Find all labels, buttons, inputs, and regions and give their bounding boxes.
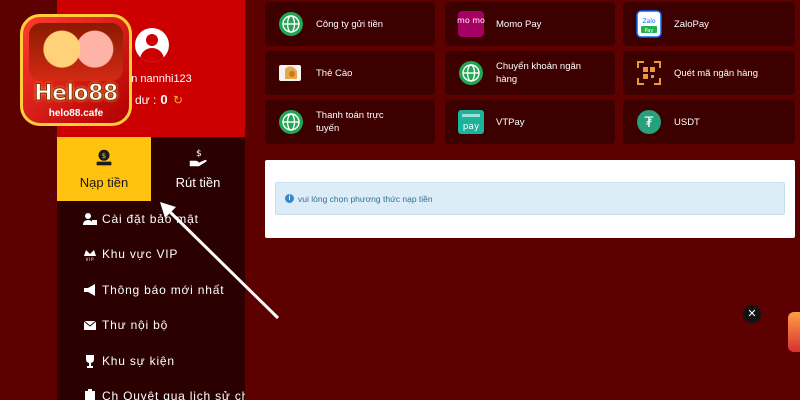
menu-item-label: Thông báo mới nhất (102, 282, 225, 297)
payment-method-bank-qr[interactable]: Quét mã ngân hàng (623, 51, 795, 95)
menu-item-label: Khu vực VIP (102, 247, 179, 262)
menu-item-notifications[interactable]: Thông báo mới nhất (57, 272, 245, 308)
globe-icon (277, 108, 305, 136)
avatar-icon[interactable] (135, 28, 169, 62)
payment-method-scratch-card[interactable]: Thẻ Cào (265, 51, 435, 95)
menu-item-inbox[interactable]: Thư nội bộ (57, 308, 245, 344)
payment-method-company[interactable]: Công ty gửi tiền (265, 2, 435, 46)
logo-brand: Helo88 (34, 81, 119, 107)
deposit-withdraw-tabs: $ Nạp tiền $ Rút tiền (57, 137, 245, 201)
payment-label: Thanh toán trực tuyến (316, 110, 384, 134)
tab-deposit[interactable]: $ Nạp tiền (57, 137, 151, 201)
info-icon: i (285, 194, 294, 203)
clipboard-icon (85, 389, 95, 400)
svg-text:$: $ (196, 148, 202, 159)
payment-label: Chuyển khoản ngân hàng (496, 61, 582, 85)
trophy-icon (86, 354, 94, 368)
close-icon[interactable]: ✕ (743, 305, 761, 323)
refresh-icon[interactable]: ↻ (173, 93, 183, 107)
payment-method-bank-transfer[interactable]: Chuyển khoản ngân hàng (445, 51, 615, 95)
payment-method-momo[interactable]: mo mo Momo Pay (445, 2, 615, 46)
globe-icon (277, 10, 305, 38)
megaphone-icon (84, 283, 95, 296)
svg-text:$: $ (102, 151, 107, 160)
info-alert-text: vui lòng chọn phương thức nạp tiền (298, 193, 433, 204)
payment-label: Momo Pay (496, 18, 542, 30)
menu-item-vip[interactable]: VIP Khu vực VIP (57, 237, 245, 273)
payment-method-vtpay[interactable]: pay VTPay (445, 100, 615, 144)
momo-icon-text-top: mo mo (457, 16, 485, 25)
momo-icon: mo mo (457, 10, 485, 38)
menu-item-label: Cài đặt bảo mật (102, 211, 199, 226)
payment-label: Quét mã ngân hàng (674, 67, 758, 79)
vip-crown-icon: VIP (84, 250, 96, 261)
hand-money-icon: $ (189, 148, 207, 167)
tether-icon: ₮ (635, 108, 663, 136)
payment-label: ZaloPay (674, 18, 709, 30)
payment-label: Công ty gửi tiền (316, 18, 384, 30)
tab-deposit-label: Nạp tiền (79, 175, 129, 190)
tether-icon-text: ₮ (645, 115, 654, 131)
balance: o dư :0 ↻ (125, 92, 183, 107)
zalopay-icon: Zalo Pay (635, 10, 663, 38)
payment-method-zalopay[interactable]: Zalo Pay ZaloPay (623, 2, 795, 46)
svg-text:VIP: VIP (86, 257, 95, 261)
helo88-logo: Helo88 helo88.cafe (20, 14, 132, 126)
vtpay-icon: pay (457, 108, 485, 136)
qr-scan-icon (635, 59, 663, 87)
envelope-icon (83, 320, 97, 331)
logo-site: helo88.cafe (48, 108, 104, 119)
logo-mascots-icon (29, 23, 123, 81)
menu-item-label: Thư nội bộ (102, 318, 169, 333)
deposit-form-card: i vui lòng chọn phương thức nạp tiền (265, 160, 795, 238)
money-bag-icon: $ (96, 149, 112, 166)
menu-item-events[interactable]: Khu sự kiện (57, 343, 245, 379)
payment-label: USDT (674, 116, 700, 128)
scratch-card-icon (277, 59, 305, 87)
user-lock-icon (83, 212, 97, 225)
payment-label: Thẻ Cào (316, 67, 353, 79)
globe-icon (457, 59, 485, 87)
payment-label: VTPay (496, 116, 525, 128)
tab-withdraw[interactable]: $ Rút tiền (151, 137, 245, 201)
svg-text:Pay: Pay (645, 28, 654, 34)
menu-item-label: Khu sự kiện (102, 353, 175, 368)
payment-method-online[interactable]: Thanh toán trực tuyến (265, 100, 435, 144)
balance-value: 0 (160, 92, 168, 107)
menu-item-history[interactable]: Ch Quyệt qua lịch sử ch (57, 379, 245, 400)
vtpay-icon-text: pay (463, 122, 480, 132)
info-alert: i vui lòng chọn phương thức nạp tiền (275, 182, 785, 215)
payment-method-usdt[interactable]: ₮ USDT (623, 100, 795, 144)
svg-text:Zalo: Zalo (642, 18, 655, 25)
account-menu: Cài đặt bảo mật VIP Khu vực VIP Thông bá… (57, 201, 245, 400)
tab-withdraw-label: Rút tiền (175, 175, 221, 190)
menu-item-security[interactable]: Cài đặt bảo mật (57, 201, 245, 237)
gift-popup-icon[interactable] (788, 312, 800, 352)
menu-item-label: Ch Quyệt qua lịch sử ch (102, 389, 245, 400)
